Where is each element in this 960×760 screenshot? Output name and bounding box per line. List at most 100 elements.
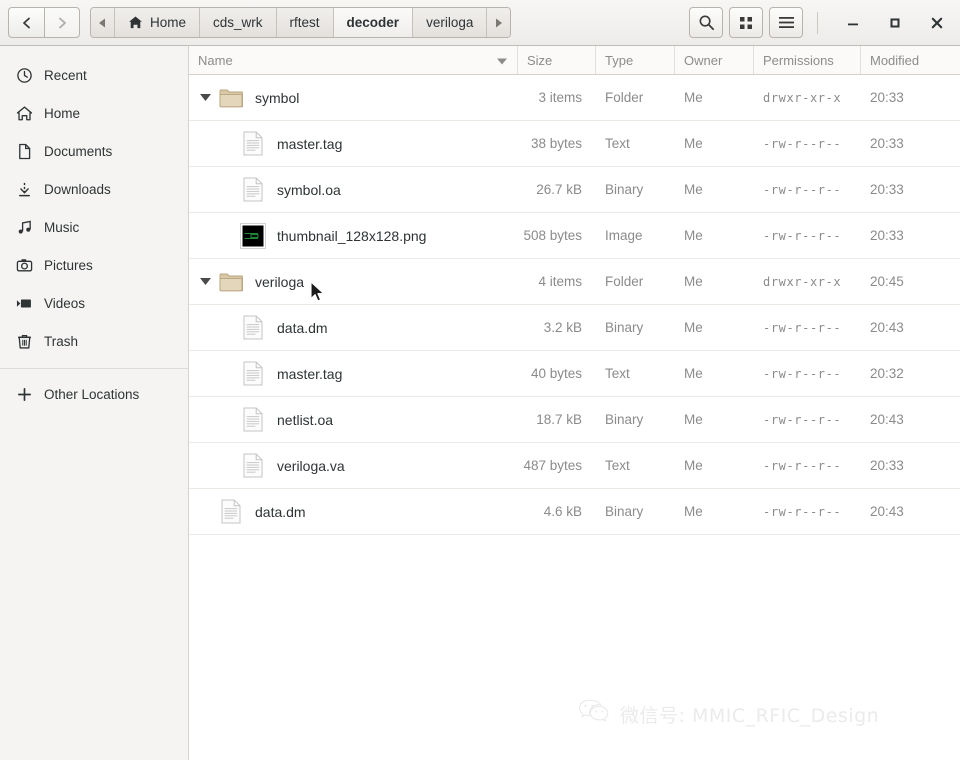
table-row[interactable]: veriloga 4 items Folder Me drwxr-xr-x 20:45 [189, 259, 960, 305]
cell-modified: 20:45 [861, 274, 960, 289]
file-name-label: data.dm [255, 503, 306, 520]
breadcrumb-item-rftest[interactable]: rftest [276, 8, 334, 37]
column-header-owner[interactable]: Owner [675, 46, 754, 74]
file-name-label: master.tag [277, 135, 343, 152]
column-header-size[interactable]: Size [518, 46, 596, 74]
search-button[interactable] [689, 7, 723, 38]
table-row[interactable]: data.dm 3.2 kB Binary Me -rw-r--r-- 20:43 [189, 305, 960, 351]
breadcrumb-label: rftest [289, 15, 320, 30]
sidebar-item-other-locations[interactable]: Other Locations [0, 375, 188, 413]
sidebar: Recent Home Documents Downloads Music Pi… [0, 46, 189, 760]
sidebar-item-music[interactable]: Music [0, 208, 188, 246]
cell-size: 3 items [518, 90, 596, 105]
file-name-label: symbol [255, 89, 300, 106]
table-row[interactable]: master.tag 38 bytes Text Me -rw-r--r-- 20:33 [189, 121, 960, 167]
column-header-label: Name [198, 52, 233, 68]
sidebar-item-label: Home [44, 105, 81, 121]
breadcrumb-label: Home [150, 15, 187, 30]
sidebar-item-label: Documents [44, 143, 113, 159]
sidebar-item-pictures[interactable]: Pictures [0, 246, 188, 284]
close-button[interactable] [922, 8, 952, 38]
breadcrumb-item-home[interactable]: Home [115, 8, 201, 37]
forward-button[interactable] [44, 7, 80, 38]
cell-size: 38 bytes [518, 136, 596, 151]
file-modified-label: 20:32 [870, 366, 904, 381]
file-modified-label: 20:33 [870, 90, 904, 105]
sidebar-item-home[interactable]: Home [0, 94, 188, 132]
file-owner-label: Me [684, 228, 703, 243]
sidebar-item-documents[interactable]: Documents [0, 132, 188, 170]
table-row[interactable]: netlist.oa 18.7 kB Binary Me -rw-r--r-- 20:43 [189, 397, 960, 443]
file-permissions-label: -rw-r--r-- [763, 366, 842, 381]
table-row[interactable]: thumbnail_128x128.png 508 bytes Image Me -rw… [189, 213, 960, 259]
table-row[interactable]: data.dm 4.6 kB Binary Me -rw-r--r-- 20:43 [189, 489, 960, 535]
cell-type: Binary [596, 504, 675, 519]
cell-permissions: -rw-r--r-- [754, 505, 861, 519]
file-modified-label: 20:33 [870, 228, 904, 243]
sidebar-item-label: Pictures [44, 257, 93, 273]
column-header-label: Owner [684, 52, 723, 68]
cell-owner: Me [675, 412, 754, 427]
file-size-label: 26.7 kB [536, 182, 582, 197]
view-options-button[interactable] [729, 7, 763, 38]
expander-toggle[interactable] [195, 278, 215, 285]
minimize-icon [848, 23, 858, 25]
sidebar-item-trash[interactable]: Trash [0, 322, 188, 360]
cell-name: veriloga.va [189, 453, 518, 478]
hamburger-menu-icon [778, 17, 794, 28]
breadcrumb-item-cds_wrk[interactable]: cds_wrk [200, 8, 277, 37]
main-menu-button[interactable] [769, 7, 803, 38]
cell-size: 4 items [518, 274, 596, 289]
file-size-label: 40 bytes [530, 366, 582, 381]
back-button[interactable] [8, 7, 44, 38]
cell-permissions: -rw-r--r-- [754, 137, 861, 151]
file-type-label: Text [605, 136, 630, 151]
chevron-right-icon [59, 17, 66, 28]
clock-icon [16, 67, 40, 84]
table-row[interactable]: master.tag 40 bytes Text Me -rw-r--r-- 20:32 [189, 351, 960, 397]
cell-permissions: -rw-r--r-- [754, 367, 861, 381]
sidebar-item-videos[interactable]: Videos [0, 284, 188, 322]
file-name-label: netlist.oa [277, 411, 334, 428]
column-header-row: Name Size Type Owner Permissions Modifie… [189, 46, 960, 75]
cell-permissions: -rw-r--r-- [754, 183, 861, 197]
file-permissions-label: drwxr-xr-x [763, 90, 842, 105]
file-owner-label: Me [684, 412, 703, 427]
sidebar-item-downloads[interactable]: Downloads [0, 170, 188, 208]
file-permissions-label: -rw-r--r-- [763, 458, 842, 473]
cell-modified: 20:33 [861, 136, 960, 151]
cell-owner: Me [675, 136, 754, 151]
header-divider [817, 11, 818, 34]
column-header-name[interactable]: Name [189, 46, 518, 74]
file-size-label: 18.7 kB [536, 412, 582, 427]
column-header-modified[interactable]: Modified [861, 46, 960, 74]
minimize-button[interactable] [838, 8, 868, 38]
file-type-label: Image [605, 228, 643, 243]
cell-size: 26.7 kB [518, 182, 596, 197]
file-size-label: 508 bytes [523, 228, 582, 243]
breadcrumb-label: cds_wrk [213, 15, 263, 30]
sidebar-item-label: Downloads [44, 181, 111, 197]
sidebar-item-recent[interactable]: Recent [0, 56, 188, 94]
column-header-type[interactable]: Type [596, 46, 675, 74]
file-permissions-label: -rw-r--r-- [763, 228, 842, 243]
column-header-permissions[interactable]: Permissions [754, 46, 861, 74]
breadcrumb-item-decoder[interactable]: decoder [333, 8, 414, 37]
document-icon [16, 143, 40, 160]
breadcrumb-item-veriloga[interactable]: veriloga [413, 8, 488, 37]
cell-name: netlist.oa [189, 407, 518, 432]
table-row[interactable]: symbol 3 items Folder Me drwxr-xr-x 20:33 [189, 75, 960, 121]
maximize-button[interactable] [880, 8, 910, 38]
cell-modified: 20:33 [861, 458, 960, 473]
breadcrumb-scroll-left[interactable] [91, 8, 115, 37]
cell-owner: Me [675, 182, 754, 197]
text-file-icon [237, 361, 269, 386]
text-file-icon [237, 131, 269, 156]
table-row[interactable]: symbol.oa 26.7 kB Binary Me -rw-r--r-- 20:33 [189, 167, 960, 213]
breadcrumb-scroll-right[interactable] [487, 8, 511, 37]
cell-size: 508 bytes [518, 228, 596, 243]
table-row[interactable]: veriloga.va 487 bytes Text Me -rw-r--r-- 20:3… [189, 443, 960, 489]
image-thumb-icon [237, 222, 269, 249]
expander-toggle[interactable] [195, 94, 215, 101]
cell-size: 4.6 kB [518, 504, 596, 519]
